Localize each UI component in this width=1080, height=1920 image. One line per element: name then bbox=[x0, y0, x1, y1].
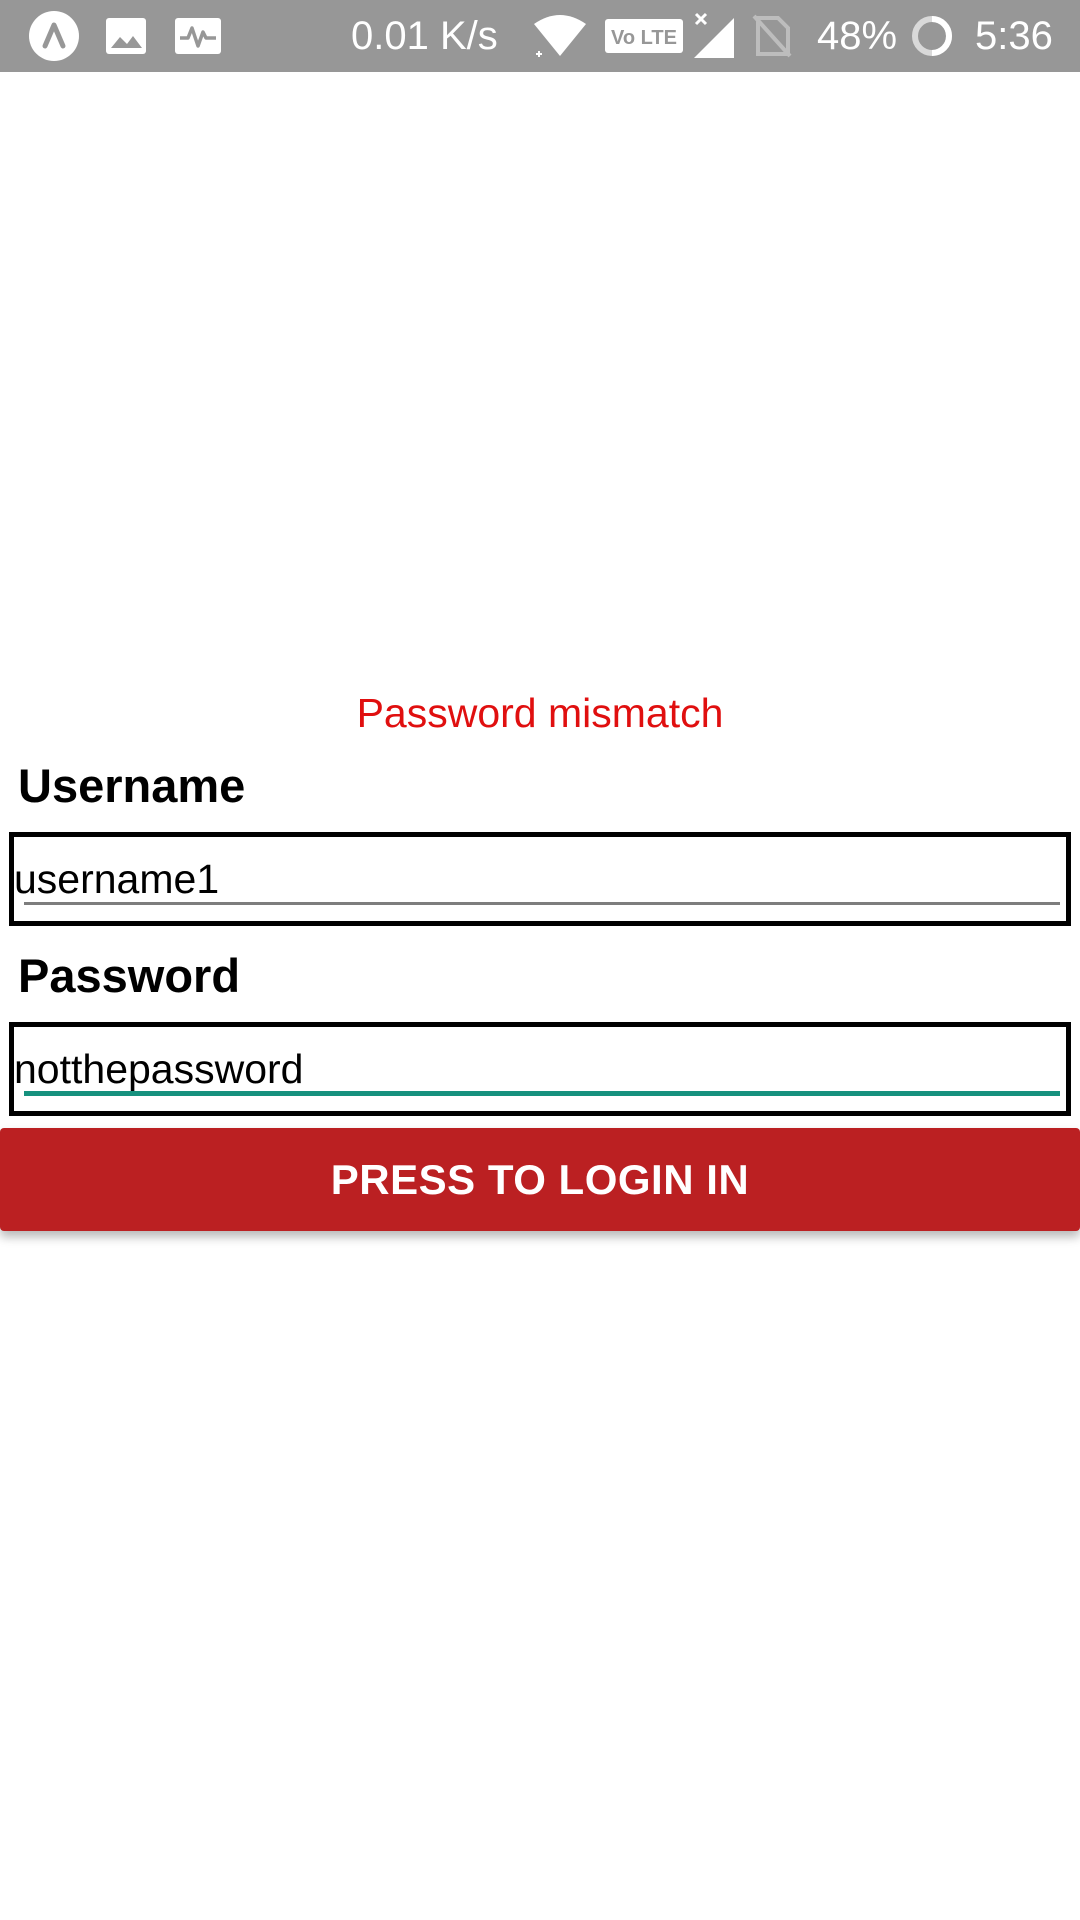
net-speed: 0.01 K/s bbox=[351, 13, 498, 58]
password-underline-focused bbox=[24, 1091, 1060, 1096]
svg-text:Vo LTE: Vo LTE bbox=[611, 27, 677, 49]
password-field-frame bbox=[9, 1022, 1071, 1116]
username-label: Username bbox=[18, 759, 246, 812]
volte-icon: Vo LTE bbox=[604, 0, 684, 72]
signal-icon bbox=[692, 0, 736, 72]
clock: 5:36 bbox=[975, 13, 1053, 58]
username-underline bbox=[24, 902, 1060, 905]
image-icon bbox=[105, 0, 147, 72]
wifi-icon bbox=[532, 0, 588, 72]
status-bar: 0.01 K/s Vo LTE 48% 5:36 bbox=[0, 0, 1080, 72]
password-input[interactable] bbox=[14, 1041, 1066, 1097]
password-label: Password bbox=[18, 949, 241, 1002]
battery-percent: 48% bbox=[817, 13, 898, 58]
no-sim-icon bbox=[752, 0, 792, 72]
username-field-frame bbox=[9, 832, 1071, 926]
error-message: Password mismatch bbox=[356, 690, 724, 736]
username-input[interactable] bbox=[14, 851, 1066, 907]
login-button[interactable]: PRESS TO LOGIN IN bbox=[0, 1128, 1080, 1231]
battery-icon bbox=[911, 0, 953, 72]
app-launcher-icon bbox=[28, 0, 80, 72]
activity-icon bbox=[174, 0, 222, 72]
